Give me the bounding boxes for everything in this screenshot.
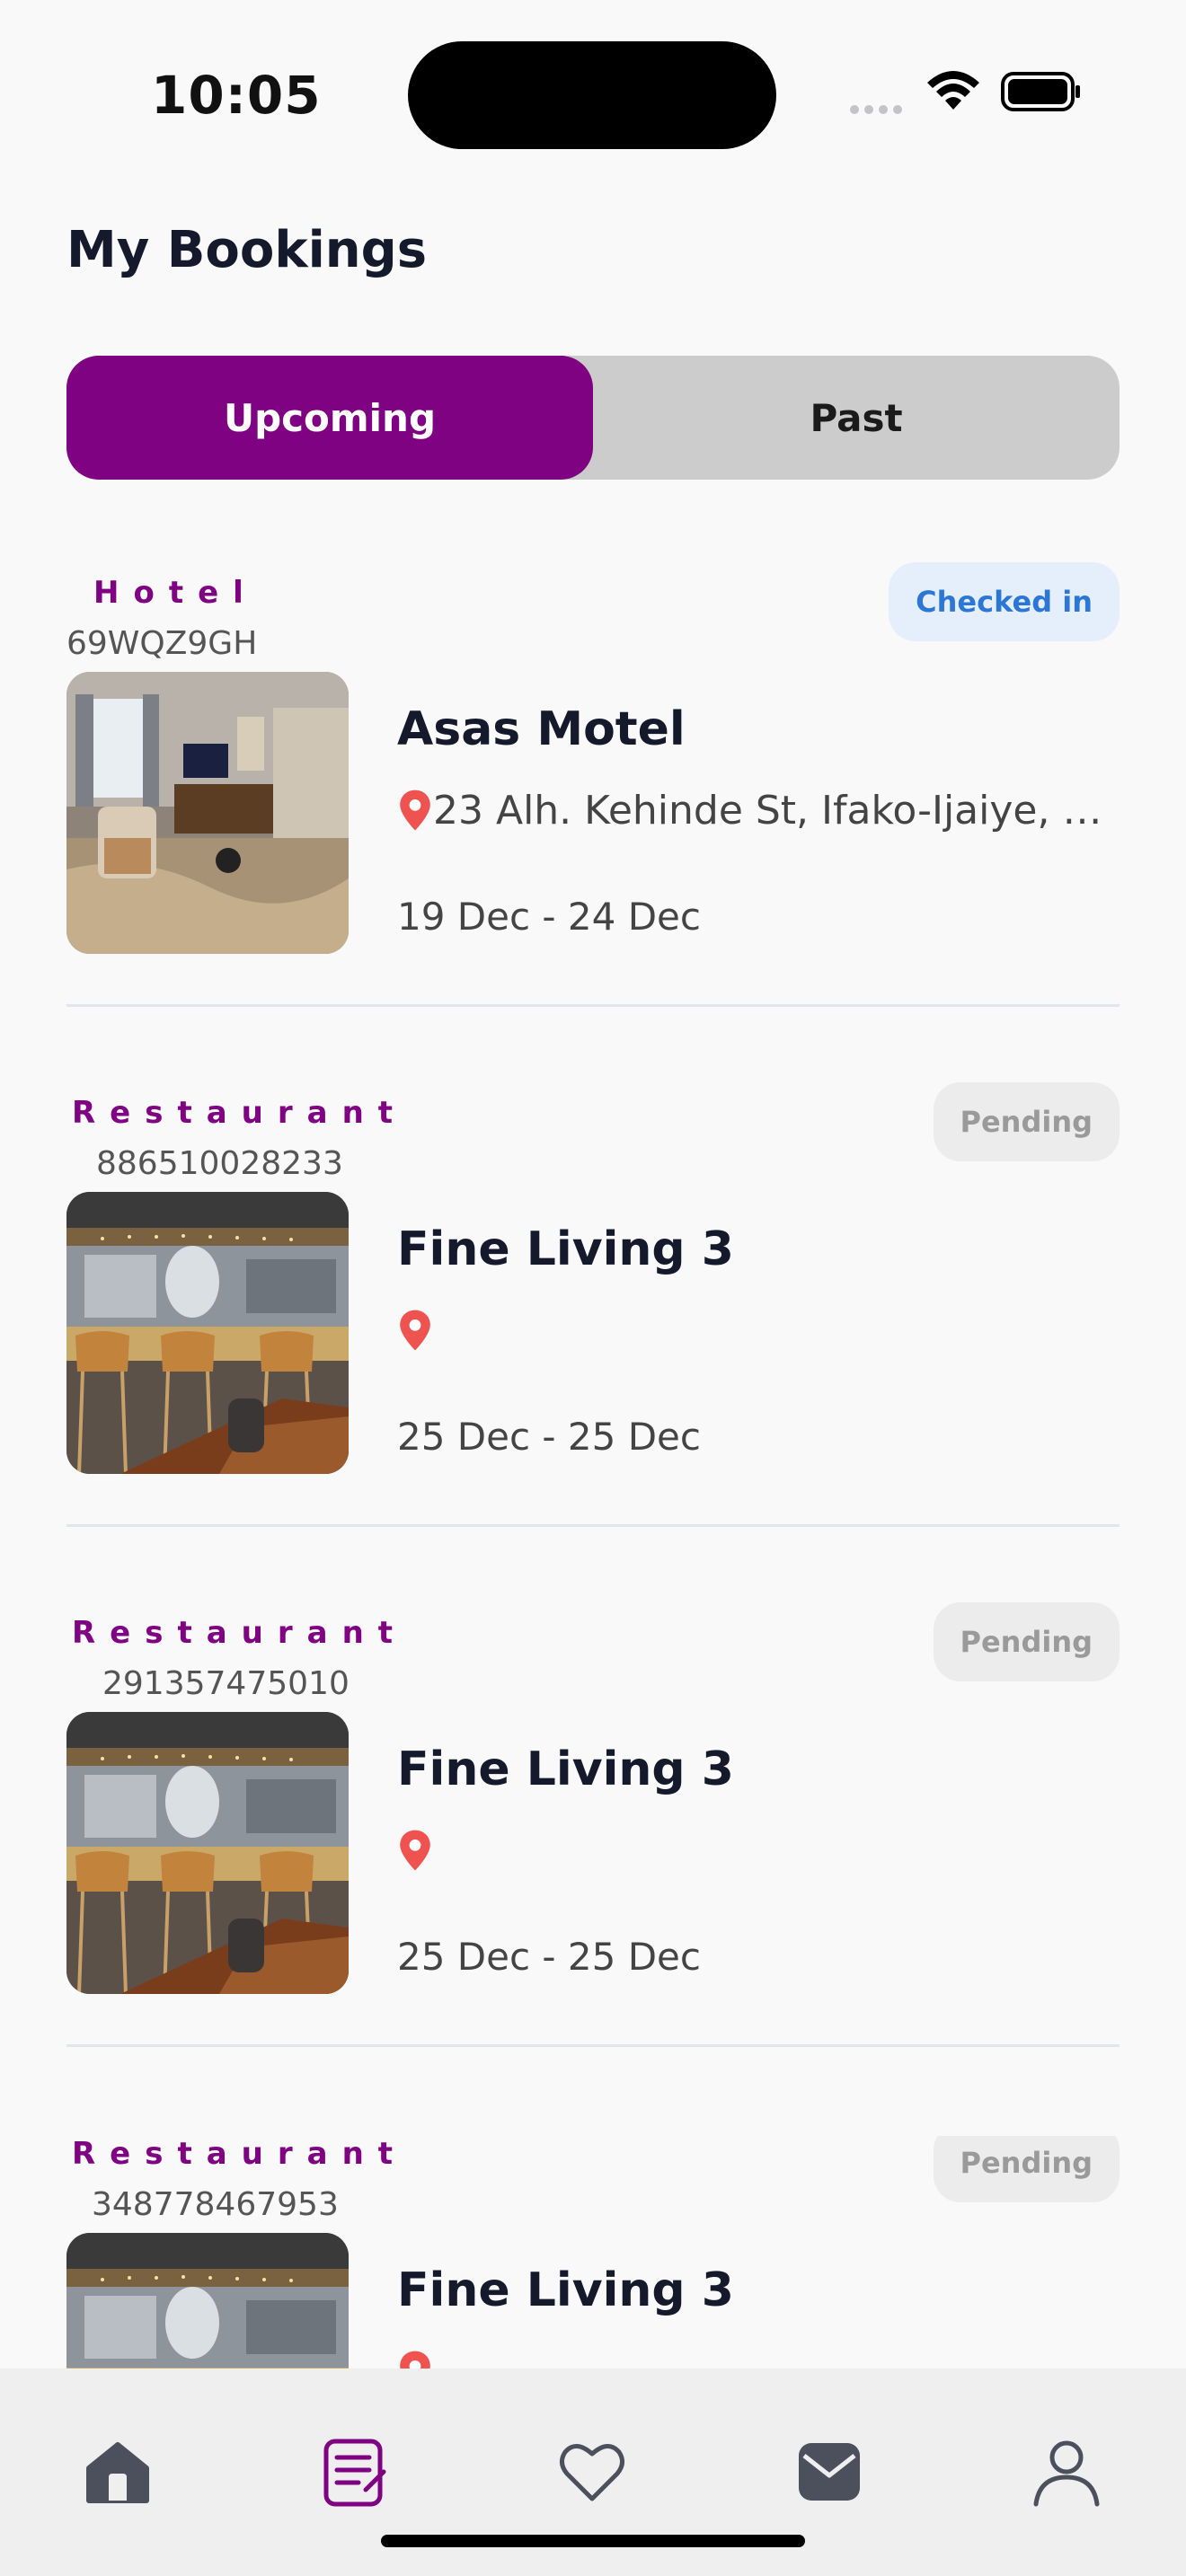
booking-category: Restaurant bbox=[72, 1095, 408, 1131]
profile-icon[interactable] bbox=[1026, 2431, 1107, 2512]
divider bbox=[66, 1004, 1120, 1007]
booking-card[interactable]: Restaurant 291357475010 Pending Fine Liv… bbox=[66, 1602, 1120, 2136]
booking-card[interactable]: Restaurant 348778467953 Pending Fine Liv… bbox=[66, 2136, 1120, 2369]
status-badge: Checked in bbox=[889, 562, 1120, 641]
divider bbox=[66, 2044, 1120, 2047]
divider bbox=[66, 1524, 1120, 1527]
page-title: My Bookings bbox=[66, 221, 428, 279]
venue-name: Fine Living 3 bbox=[397, 1742, 734, 1796]
heart-icon[interactable] bbox=[552, 2431, 633, 2512]
booking-card[interactable]: Hotel 69WQZ9GH Checked in Asas Motel 23 … bbox=[66, 562, 1120, 1096]
venue-name: Fine Living 3 bbox=[397, 2263, 734, 2317]
tab-upcoming[interactable]: Upcoming bbox=[66, 356, 593, 480]
location-pin-icon bbox=[397, 2350, 433, 2369]
status-time: 10:05 bbox=[151, 65, 322, 126]
inbox-icon[interactable] bbox=[789, 2431, 870, 2512]
booking-card[interactable]: Restaurant 886510028233 Pending Fine Liv… bbox=[66, 1082, 1120, 1616]
location-pin-icon bbox=[397, 1309, 433, 1352]
status-badge: Pending bbox=[933, 1082, 1120, 1161]
hotel-room-photo bbox=[66, 672, 349, 954]
address-row bbox=[397, 1303, 1120, 1357]
tab-past[interactable]: Past bbox=[593, 356, 1120, 480]
address-row: 23 Alh. Kehinde St, Ifako-Ijaiye, Age... bbox=[397, 783, 1120, 837]
restaurant-bar-photo bbox=[66, 2233, 349, 2369]
restaurant-bar-photo bbox=[66, 1192, 349, 1474]
booking-code: 348778467953 bbox=[92, 2186, 339, 2223]
home-indicator bbox=[381, 2535, 805, 2547]
booking-category: Restaurant bbox=[72, 2136, 408, 2172]
status-bar: 10:05 bbox=[0, 0, 1186, 180]
booking-category: Restaurant bbox=[72, 1615, 408, 1651]
bookings-icon[interactable] bbox=[314, 2431, 395, 2512]
battery-icon bbox=[1001, 72, 1082, 115]
cellular-signal-icon bbox=[850, 101, 907, 118]
location-pin-icon bbox=[397, 789, 433, 832]
booking-dates: 25 Dec - 25 Dec bbox=[397, 1935, 701, 1979]
home-icon[interactable] bbox=[77, 2431, 158, 2512]
booking-dates: 19 Dec - 24 Dec bbox=[397, 895, 701, 939]
venue-address: 23 Alh. Kehinde St, Ifako-Ijaiye, Age... bbox=[433, 787, 1120, 834]
address-row bbox=[397, 1823, 1120, 1877]
restaurant-bar-photo bbox=[66, 1712, 349, 1994]
location-pin-icon bbox=[397, 1829, 433, 1872]
booking-code: 886510028233 bbox=[96, 1145, 343, 1182]
wifi-icon bbox=[925, 70, 981, 115]
address-row bbox=[397, 2344, 1120, 2369]
venue-name: Fine Living 3 bbox=[397, 1222, 734, 1276]
dynamic-island bbox=[408, 41, 776, 149]
booking-category: Hotel bbox=[93, 575, 258, 611]
venue-name: Asas Motel bbox=[397, 702, 686, 756]
bookings-tab-switcher: Upcoming Past bbox=[66, 356, 1120, 480]
booking-dates: 25 Dec - 25 Dec bbox=[397, 1415, 701, 1459]
status-badge: Pending bbox=[933, 1602, 1120, 1681]
status-badge: Pending bbox=[933, 2136, 1120, 2202]
booking-code: 291357475010 bbox=[102, 1665, 350, 1702]
booking-code: 69WQZ9GH bbox=[66, 625, 258, 662]
